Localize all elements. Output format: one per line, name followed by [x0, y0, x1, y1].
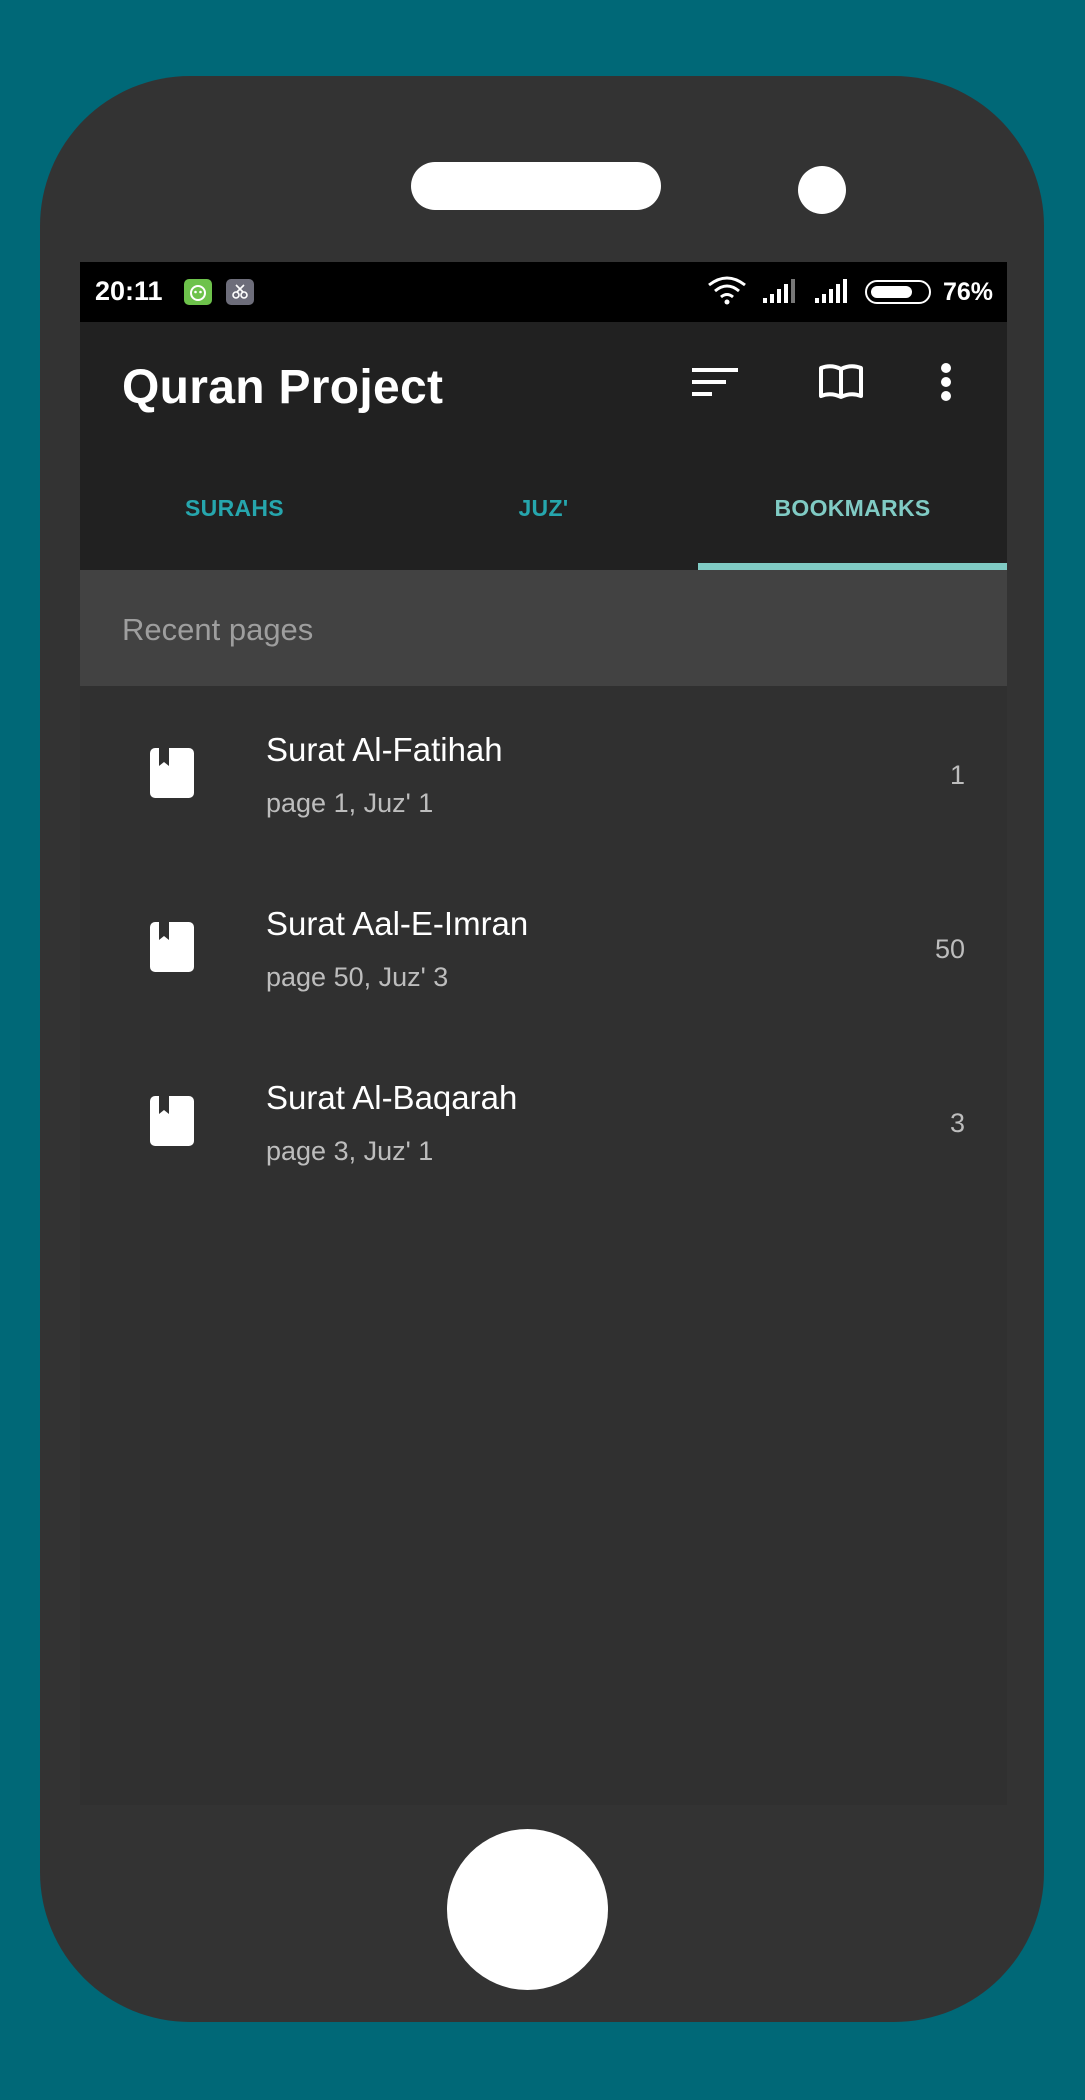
tab-juz[interactable]: JUZ' [389, 447, 698, 570]
battery-percent: 76% [942, 277, 993, 306]
app-screen: 20:11 76% Quran Project SURAHS JUZ' BOOK… [80, 262, 1007, 1805]
status-time: 20:11 [95, 276, 163, 306]
list-item[interactable]: Surat Al-Fatihah page 1, Juz' 1 1 [80, 686, 1007, 860]
bookmark-icon [150, 748, 194, 803]
section-header-label: Recent pages [122, 612, 314, 647]
wifi-icon [705, 275, 749, 310]
battery-icon [864, 280, 931, 304]
tab-bookmarks[interactable]: BOOKMARKS [698, 447, 1007, 570]
list-item-subtitle: page 1, Juz' 1 [266, 788, 434, 818]
list-item-page: 3 [949, 1108, 965, 1138]
list-item-title: Surat Aal-E-Imran [266, 905, 529, 942]
recent-pages-list: Surat Al-Fatihah page 1, Juz' 1 1 Surat … [80, 686, 1007, 1208]
list-item-page: 1 [949, 760, 965, 790]
list-item-page: 50 [934, 934, 965, 964]
bookmark-icon [150, 922, 194, 977]
tab-bar: SURAHS JUZ' BOOKMARKS [80, 447, 1007, 570]
phone-speaker [411, 162, 661, 210]
list-item-subtitle: page 50, Juz' 3 [266, 962, 449, 992]
signal-icon [761, 276, 801, 309]
battery-fill [870, 286, 912, 298]
list-item[interactable]: Surat Aal-E-Imran page 50, Juz' 3 50 [80, 860, 1007, 1034]
list-item-subtitle: page 3, Juz' 1 [266, 1136, 434, 1166]
signal-icon [813, 276, 853, 309]
more-vert-icon[interactable] [938, 360, 954, 409]
notification-tool-icon [226, 279, 254, 305]
list-item-title: Surat Al-Baqarah [266, 1079, 518, 1116]
tab-surahs[interactable]: SURAHS [80, 447, 389, 570]
list-item-title: Surat Al-Fatihah [266, 731, 503, 768]
notification-app-icon [184, 279, 212, 305]
app-title: Quran Project [122, 361, 444, 414]
section-header: Recent pages [80, 570, 1007, 686]
list-item[interactable]: Surat Al-Baqarah page 3, Juz' 1 3 [80, 1034, 1007, 1208]
tab-indicator [698, 563, 1007, 570]
status-bar: 20:11 76% [80, 262, 1007, 322]
bookmark-icon [150, 1096, 194, 1151]
home-button[interactable] [447, 1829, 608, 1990]
app-bar: Quran Project [80, 322, 1007, 447]
book-open-icon[interactable] [818, 360, 864, 409]
phone-camera [798, 166, 846, 214]
sort-icon[interactable] [690, 360, 740, 409]
